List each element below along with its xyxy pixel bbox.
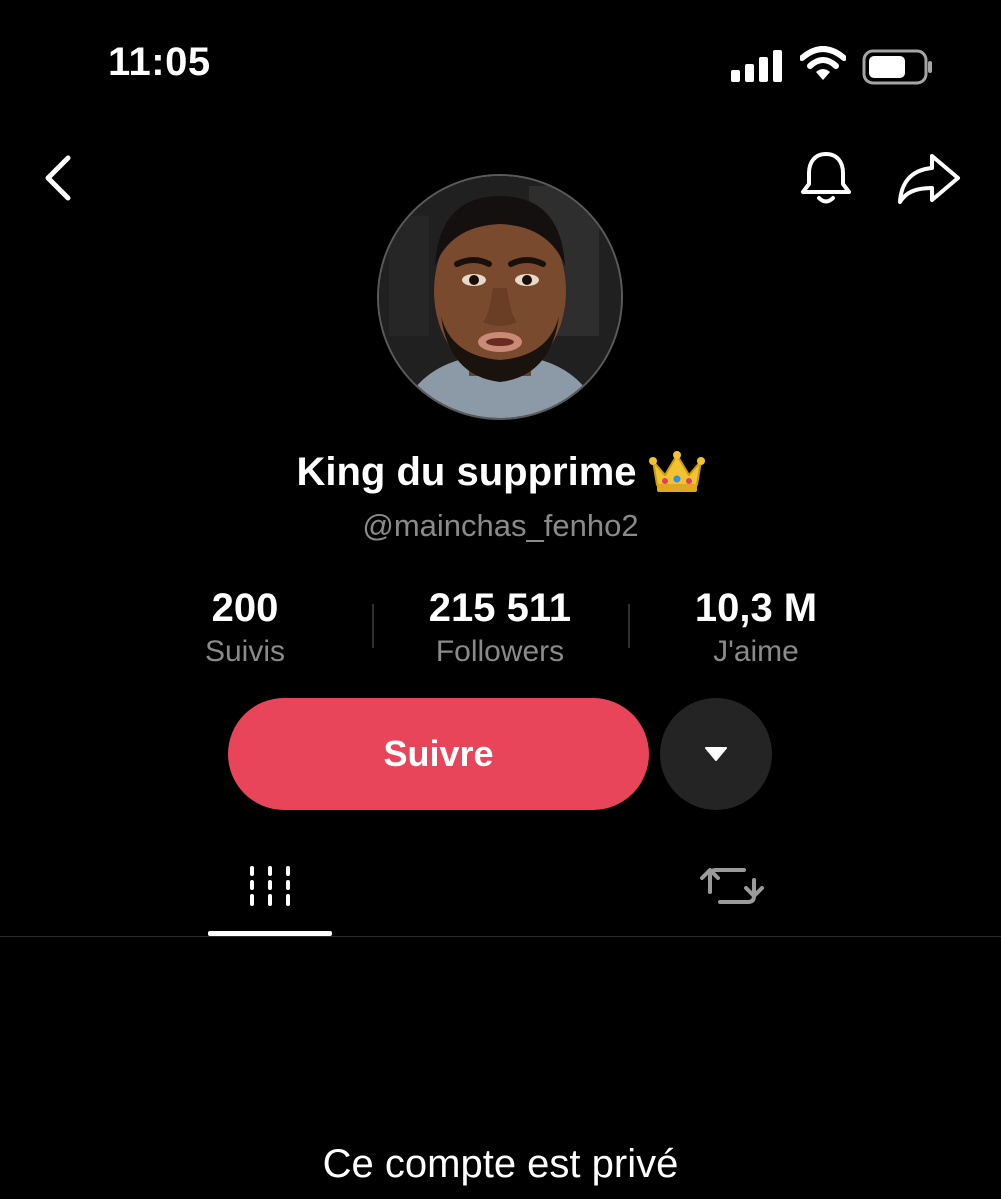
stat-value: 215 511 [428, 586, 572, 630]
avatar [377, 174, 623, 420]
stat-followers[interactable]: 215 511 Followers [375, 584, 625, 672]
stat-divider [628, 604, 630, 648]
stat-following[interactable]: 200 Suivis [120, 584, 370, 672]
wifi-icon [800, 46, 846, 80]
profile-stats: 200 Suivis 215 511 Followers 10,3 M J'ai… [120, 584, 880, 674]
share-arrow-icon[interactable] [894, 148, 964, 208]
username-handle: @mainchas_fenho2 [362, 508, 639, 543]
cellular-signal-icon [731, 50, 782, 82]
private-account-notice: Ce compte est privé [322, 1142, 679, 1186]
stat-value: 10,3 M [694, 586, 818, 630]
chevron-left-icon[interactable] [36, 152, 80, 204]
caret-down-icon [705, 747, 727, 761]
tab-videos[interactable] [208, 852, 332, 936]
status-time: 11:05 [108, 40, 211, 84]
avatar-portrait [379, 176, 621, 418]
crown-icon [648, 450, 705, 492]
display-name: King du supprime [296, 450, 637, 494]
battery-icon [862, 49, 932, 85]
stat-divider [372, 604, 374, 648]
stat-label: Suivis [204, 635, 286, 668]
follow-button[interactable]: Suivre [228, 698, 649, 810]
stat-likes[interactable]: 10,3 M J'aime [631, 584, 881, 672]
tabs-divider [0, 936, 1001, 937]
profile-name-row: King du supprime [0, 450, 1001, 495]
stat-label: J'aime [713, 635, 799, 668]
grid-videos-icon [250, 866, 290, 906]
bell-icon[interactable] [796, 148, 856, 208]
more-options-button[interactable] [660, 698, 772, 810]
stat-label: Followers [435, 635, 565, 668]
tab-reposts[interactable] [670, 852, 794, 936]
repost-icon [700, 868, 764, 904]
stat-value: 200 [211, 586, 279, 630]
